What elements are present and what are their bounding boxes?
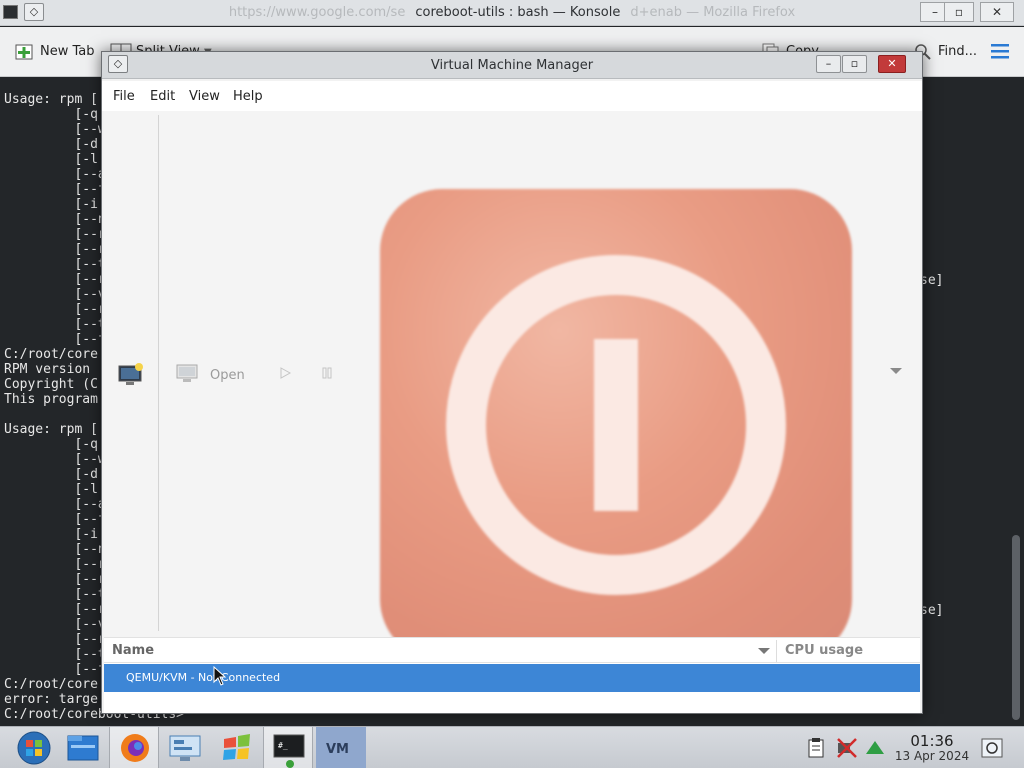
taskbar-konsole[interactable]: #_ (263, 727, 313, 768)
terminal-scrollbar[interactable] (1010, 80, 1022, 724)
new-vm-icon (118, 363, 143, 385)
svg-text:VM: VM (326, 742, 349, 757)
new-tab-icon (14, 42, 36, 62)
pause-icon (322, 367, 332, 379)
close-button[interactable]: ✕ (980, 2, 1014, 22)
power-logo-icon (380, 189, 852, 661)
menu-help[interactable]: Help (233, 89, 263, 104)
konsole-title: https://www.google.com/se coreboot-utils … (0, 5, 1024, 20)
menu-edit[interactable]: Edit (150, 89, 175, 104)
windows-flag-icon (223, 734, 250, 760)
update-notifier-icon[interactable] (864, 737, 886, 759)
new-vm-button[interactable] (118, 363, 144, 391)
column-divider[interactable] (776, 640, 777, 662)
menu-file[interactable]: File (113, 89, 135, 104)
mouse-cursor-icon (213, 666, 227, 686)
vmm-title: Virtual Machine Manager (430, 58, 594, 73)
open-label: Open (210, 368, 245, 383)
show-desktop-icon[interactable] (980, 736, 1004, 760)
taskbar: #_ VM 01:36 13 Apr 2024 (0, 726, 1024, 768)
virt-manager-icon: VM (326, 742, 349, 757)
vm-list-header: Name CPU usage (104, 637, 920, 663)
play-icon (280, 367, 292, 379)
start-button[interactable] (8, 727, 58, 768)
ghost-title-right: d+enab — Mozilla Firefox (630, 5, 796, 20)
scrollbar-thumb[interactable] (1012, 535, 1020, 720)
network-disconnected-icon[interactable] (836, 737, 858, 759)
taskbar-system-settings[interactable] (160, 727, 210, 768)
monitor-icon (176, 364, 198, 382)
toolbar-dropdown-arrow-icon[interactable] (890, 368, 902, 374)
konsole-titlebar[interactable]: ◇ https://www.google.com/se coreboot-util… (0, 0, 1024, 26)
window-title-text: coreboot-utils : bash — Konsole (415, 5, 621, 20)
terminal-icon: #_ (273, 734, 305, 768)
taskbar-firefox[interactable] (109, 727, 159, 768)
vmm-content: Open Name CPU usage QEMU/KVM - Not Conne (104, 111, 920, 713)
minimize-button[interactable]: – (816, 55, 841, 73)
maximize-button[interactable]: ▫ (944, 2, 974, 22)
run-button[interactable] (278, 365, 292, 385)
close-button[interactable]: ✕ (878, 55, 906, 73)
maximize-button[interactable]: ▫ (842, 55, 867, 73)
menu-bar: File Edit View Help (102, 81, 922, 111)
taskbar-file-manager[interactable] (58, 727, 108, 768)
vmm-window: ◇ Virtual Machine Manager – ▫ ✕ File Edi… (101, 51, 923, 714)
firefox-icon (121, 734, 149, 762)
column-header-cpu[interactable]: CPU usage (785, 643, 863, 658)
clock-time[interactable]: 01:36 (896, 732, 968, 750)
folder-icon (67, 735, 99, 761)
clipboard-icon[interactable] (806, 737, 826, 759)
open-vm-button[interactable] (176, 363, 200, 389)
clock-date[interactable]: 13 Apr 2024 (889, 749, 975, 763)
terminal-fragment: se] (920, 273, 944, 288)
pause-button[interactable] (320, 365, 334, 385)
taskbar-virt-manager[interactable]: VM (316, 727, 366, 768)
svg-text:#_: #_ (278, 741, 288, 750)
new-tab-label: New Tab (40, 44, 95, 59)
taskbar-windows[interactable] (212, 727, 262, 768)
find-label: Find... (938, 44, 978, 59)
vmm-titlebar[interactable]: ◇ Virtual Machine Manager – ▫ ✕ (102, 52, 922, 79)
sort-arrow-icon[interactable] (758, 648, 770, 654)
hamburger-menu-icon[interactable] (990, 41, 1010, 67)
windows-orb-icon (17, 731, 51, 765)
vmm-toolbar: Open (104, 111, 920, 661)
connection-name: QEMU/KVM - Not Connected (126, 671, 281, 684)
new-tab-button[interactable]: New Tab (14, 39, 95, 65)
menu-view[interactable]: View (189, 89, 220, 104)
toolbar-separator (158, 115, 159, 631)
terminal-fragment: se] (920, 603, 944, 618)
settings-monitor-icon (169, 735, 201, 761)
column-header-name[interactable]: Name (112, 643, 154, 658)
ghost-title-left: https://www.google.com/se (228, 5, 406, 20)
